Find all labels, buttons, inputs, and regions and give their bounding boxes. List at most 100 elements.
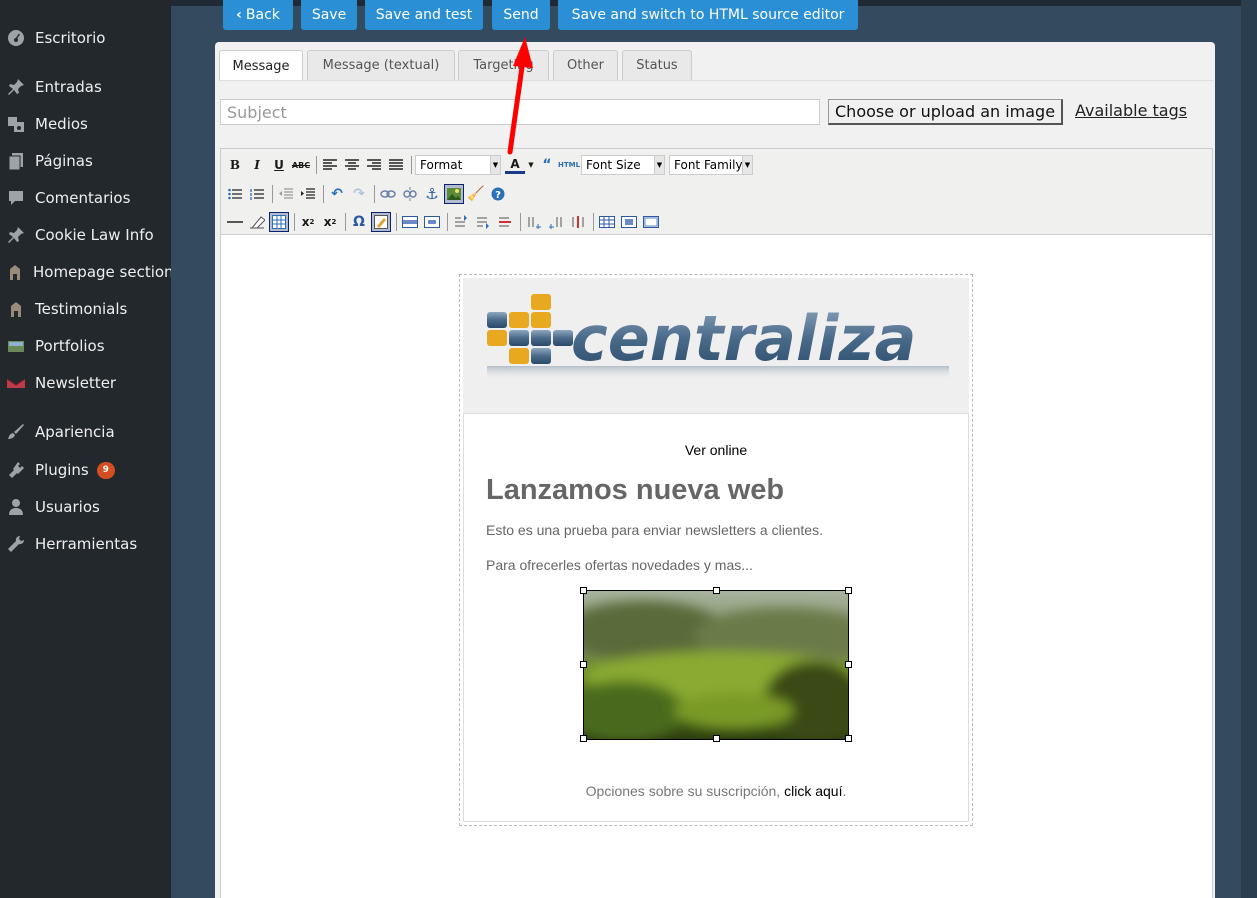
align-right-icon[interactable] <box>364 155 384 175</box>
sidebar-item-label: Homepage sections <box>33 263 182 281</box>
delete-row-icon[interactable] <box>495 212 515 232</box>
chevron-down-icon[interactable]: ▼ <box>527 155 535 175</box>
delete-col-icon[interactable] <box>568 212 588 232</box>
cleanup-icon[interactable]: 🧹 <box>466 184 486 204</box>
sidebar-item-comentarios[interactable]: Comentarios <box>0 183 171 213</box>
resize-handle-n[interactable] <box>713 587 720 594</box>
align-left-icon[interactable] <box>320 155 340 175</box>
unsubscribe-link[interactable]: click aquí <box>784 783 842 799</box>
chevron-left-icon: ‹ <box>236 7 242 23</box>
save-switch-html-button[interactable]: Save and switch to HTML source editor <box>558 0 858 30</box>
align-justify-icon[interactable] <box>386 155 406 175</box>
insert-row-after-icon[interactable] <box>473 212 493 232</box>
format-select[interactable]: Format ▼ <box>415 155 501 175</box>
sidebar-item-label: Testimonials <box>35 300 128 318</box>
send-button[interactable]: Send <box>492 0 550 30</box>
sidebar-item-entradas[interactable]: Entradas <box>0 72 171 102</box>
sidebar-item-escritorio[interactable]: Escritorio <box>0 23 171 53</box>
sidebar-item-homepage-sections[interactable]: Homepage sections <box>0 257 181 287</box>
format-select-label: Format <box>420 158 463 172</box>
superscript-icon[interactable]: x2 <box>320 212 340 232</box>
table-icon[interactable] <box>641 212 661 232</box>
table-cell-props-icon[interactable] <box>422 212 442 232</box>
sidebar-item-usuarios[interactable]: Usuarios <box>0 492 171 522</box>
unlink-icon[interactable] <box>400 184 420 204</box>
sidebar-item-herramientas[interactable]: Herramientas <box>0 529 171 559</box>
sidebar-item-paginas[interactable]: Páginas <box>0 146 171 176</box>
save-button[interactable]: Save <box>301 0 357 30</box>
sidebar-item-testimonials[interactable]: Testimonials <box>0 294 171 324</box>
toolbar-row-3: x2 x2 Ω <box>225 210 663 234</box>
toolbar-separator <box>345 213 346 231</box>
svg-text:?: ? <box>495 190 501 201</box>
html-source-icon[interactable]: HTML <box>558 155 580 175</box>
tab-message-textual[interactable]: Message (textual) <box>307 50 455 80</box>
resize-handle-ne[interactable] <box>845 587 852 594</box>
bullet-list-icon[interactable] <box>225 184 245 204</box>
tab-targeting[interactable]: Targeting <box>458 50 549 80</box>
toolbar-separator <box>323 185 324 203</box>
chevron-down-icon: ▼ <box>654 156 664 174</box>
sidebar-item-plugins[interactable]: Plugins 9 <box>0 455 171 485</box>
font-family-select[interactable]: Font Family ▼ <box>669 155 753 175</box>
edit-css-icon[interactable] <box>371 212 391 232</box>
special-char-icon[interactable]: Ω <box>349 212 369 232</box>
bold-icon[interactable]: B <box>225 155 245 175</box>
resize-handle-nw[interactable] <box>580 587 587 594</box>
back-button[interactable]: ‹ Back <box>223 0 293 30</box>
resize-handle-se[interactable] <box>845 735 852 742</box>
table-row-props-icon[interactable] <box>400 212 420 232</box>
tab-other[interactable]: Other <box>553 50 618 80</box>
toolbar-separator <box>294 213 295 231</box>
sidebar-item-medios[interactable]: Medios <box>0 109 171 139</box>
redo-icon[interactable]: ↷ <box>349 184 369 204</box>
text-color-icon[interactable]: A <box>505 156 525 174</box>
subscript-icon[interactable]: x2 <box>298 212 318 232</box>
choose-image-button[interactable]: Choose or upload an image <box>828 99 1064 125</box>
editor-toolbar: B I U ABC Format ▼ A ▼ “ HTML Font Size ▼ … <box>220 148 1213 235</box>
insert-col-after-icon[interactable] <box>546 212 566 232</box>
underline-icon[interactable]: U <box>269 155 289 175</box>
resize-handle-s[interactable] <box>713 735 720 742</box>
tab-message[interactable]: Message <box>219 50 303 81</box>
link-icon[interactable] <box>378 184 398 204</box>
comments-icon <box>6 188 26 208</box>
merge-cells-icon[interactable] <box>619 212 639 232</box>
undo-icon[interactable]: ↶ <box>327 184 347 204</box>
eraser-icon[interactable] <box>247 212 267 232</box>
align-center-icon[interactable] <box>342 155 362 175</box>
sidebar-item-apariencia[interactable]: Apariencia <box>0 417 171 447</box>
resize-handle-sw[interactable] <box>580 735 587 742</box>
anchor-icon[interactable]: ⚓ <box>422 184 442 204</box>
ver-online-link[interactable]: Ver online <box>463 442 969 458</box>
horizontal-rule-icon[interactable] <box>225 212 245 232</box>
numbered-list-icon[interactable] <box>247 184 267 204</box>
save-and-test-button[interactable]: Save and test <box>365 0 483 30</box>
split-cells-icon[interactable] <box>597 212 617 232</box>
tab-status[interactable]: Status <box>622 50 692 80</box>
italic-icon[interactable]: I <box>247 155 267 175</box>
help-icon[interactable]: ? <box>488 184 508 204</box>
toolbar-row-1: B I U ABC Format ▼ A ▼ “ HTML Font Size ▼ … <box>225 153 757 177</box>
resize-handle-e[interactable] <box>845 661 852 668</box>
toolbar-separator <box>374 185 375 203</box>
pages-icon <box>6 151 26 171</box>
available-tags-link[interactable]: Available tags <box>1075 101 1187 120</box>
sidebar-item-newsletter[interactable]: Newsletter <box>0 368 171 398</box>
sidebar-item-cookie-law-info[interactable]: Cookie Law Info <box>0 220 171 250</box>
font-size-select[interactable]: Font Size ▼ <box>581 155 665 175</box>
landscape-image <box>584 591 848 739</box>
insert-col-before-icon[interactable] <box>524 212 544 232</box>
image-icon[interactable] <box>444 184 464 204</box>
subject-input[interactable] <box>220 99 820 125</box>
visual-aid-icon[interactable] <box>269 212 289 232</box>
strikethrough-icon[interactable]: ABC <box>291 155 311 175</box>
sidebar-item-portfolios[interactable]: Portfolios <box>0 331 171 361</box>
blockquote-icon[interactable]: “ <box>537 155 557 175</box>
newsletter-heading: Lanzamos nueva web <box>486 474 785 506</box>
outdent-icon[interactable] <box>276 184 296 204</box>
indent-icon[interactable] <box>298 184 318 204</box>
newsletter-image[interactable] <box>583 590 849 740</box>
insert-row-before-icon[interactable] <box>451 212 471 232</box>
resize-handle-w[interactable] <box>580 661 587 668</box>
